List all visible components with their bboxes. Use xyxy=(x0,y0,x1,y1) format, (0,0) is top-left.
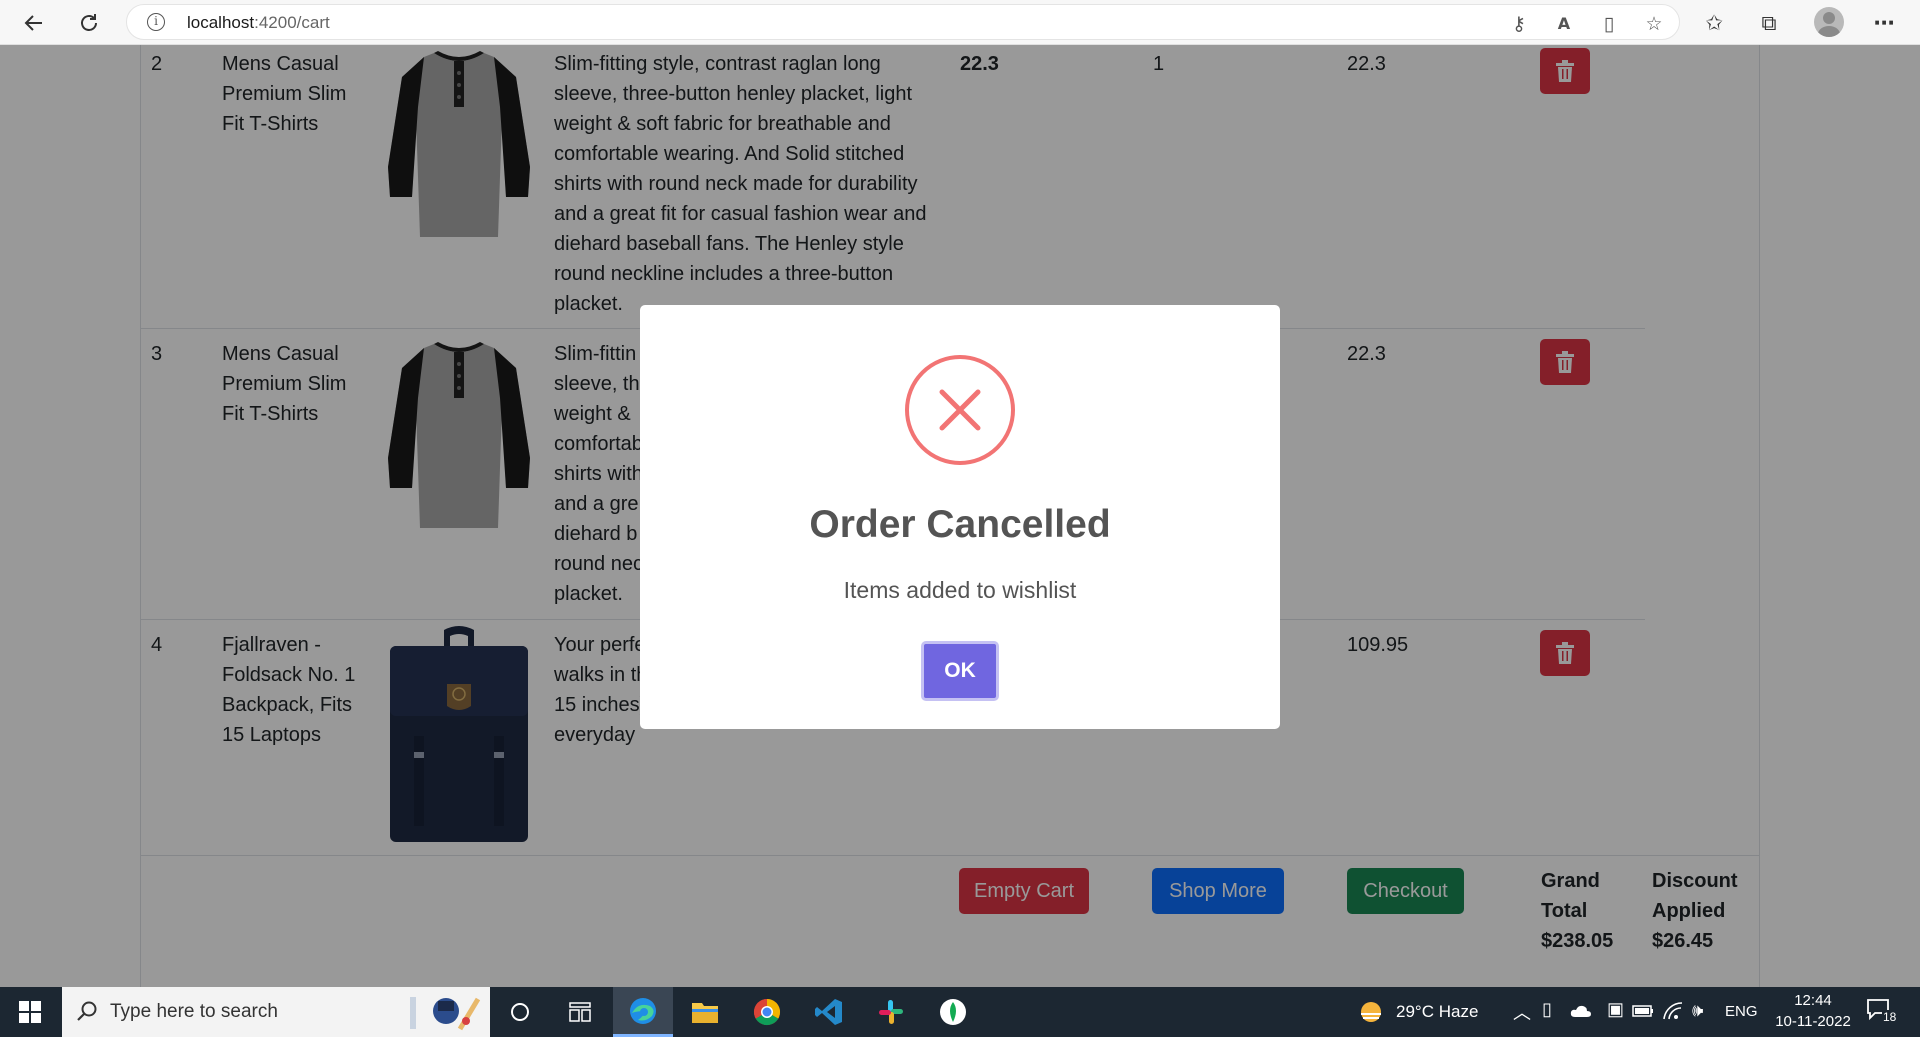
windows-taskbar: Type here to search 29°C Haze ︿ ▯ ▣ 🕪 EN… xyxy=(0,987,1920,1037)
profile-avatar[interactable] xyxy=(1814,7,1844,37)
site-info-icon[interactable]: i xyxy=(147,13,165,31)
search-icon xyxy=(77,1001,97,1021)
task-view-icon[interactable] xyxy=(550,987,610,1037)
volume-icon[interactable]: 🕪 xyxy=(1692,1000,1703,1021)
security-icon[interactable]: ▣ xyxy=(1607,999,1624,1020)
dialog-title: Order Cancelled xyxy=(809,503,1111,546)
chrome-icon[interactable] xyxy=(737,987,797,1037)
read-aloud-icon[interactable]: A xyxy=(1552,12,1576,36)
ok-button[interactable]: OK xyxy=(921,641,999,701)
meet-now-icon[interactable]: ▯ xyxy=(1542,999,1552,1020)
refresh-icon[interactable] xyxy=(72,6,106,40)
browser-toolbar: i localhost:4200/cart ⚷ A ▯ ☆ ✩ ⧉ ⋯ xyxy=(0,0,1920,45)
mongodb-compass-icon[interactable] xyxy=(923,987,983,1037)
add-favorite-icon[interactable]: ☆ xyxy=(1642,12,1666,36)
edge-browser-icon[interactable] xyxy=(613,987,673,1037)
taskbar-search-box[interactable]: Type here to search xyxy=(62,987,490,1037)
wifi-icon[interactable] xyxy=(1662,1001,1684,1021)
favorites-icon[interactable]: ✩ xyxy=(1700,9,1728,37)
file-explorer-icon[interactable] xyxy=(675,987,735,1037)
task-view-cortana-icon[interactable] xyxy=(490,987,550,1037)
search-placeholder: Type here to search xyxy=(110,1001,278,1022)
onedrive-icon[interactable] xyxy=(1570,1004,1592,1018)
clock[interactable]: 12:44 10-11-2022 xyxy=(1768,990,1858,1032)
collections-icon[interactable]: ⧉ xyxy=(1755,9,1783,37)
slack-icon[interactable] xyxy=(861,987,921,1037)
weather-text[interactable]: 29°C Haze xyxy=(1396,1002,1478,1022)
back-icon[interactable] xyxy=(17,6,51,40)
battery-icon[interactable] xyxy=(1632,1005,1654,1017)
windows-start-icon[interactable] xyxy=(0,987,60,1037)
error-x-icon xyxy=(905,355,1015,465)
show-hidden-icons-icon[interactable]: ︿ xyxy=(1513,999,1531,1025)
url-text: localhost:4200/cart xyxy=(187,13,330,32)
weather-haze-icon xyxy=(1361,1002,1381,1022)
vscode-icon[interactable] xyxy=(799,987,859,1037)
dialog-message: Items added to wishlist xyxy=(843,577,1077,603)
key-icon[interactable]: ⚷ xyxy=(1507,12,1531,36)
order-cancelled-dialog: Order Cancelled Items added to wishlist … xyxy=(640,305,1280,729)
immersive-reader-icon[interactable]: ▯ xyxy=(1597,12,1621,36)
cricket-icon xyxy=(410,997,481,1031)
clock-date: 10-11-2022 xyxy=(1775,1013,1851,1030)
language-indicator[interactable]: ENG xyxy=(1725,1003,1758,1020)
more-options-icon[interactable]: ⋯ xyxy=(1870,9,1898,37)
address-bar[interactable]: i localhost:4200/cart ⚷ A ▯ ☆ xyxy=(126,4,1680,40)
notification-count: 18 xyxy=(1882,1010,1898,1024)
clock-time: 12:44 xyxy=(1794,992,1832,1009)
notifications-icon[interactable]: 18 xyxy=(1866,997,1898,1027)
